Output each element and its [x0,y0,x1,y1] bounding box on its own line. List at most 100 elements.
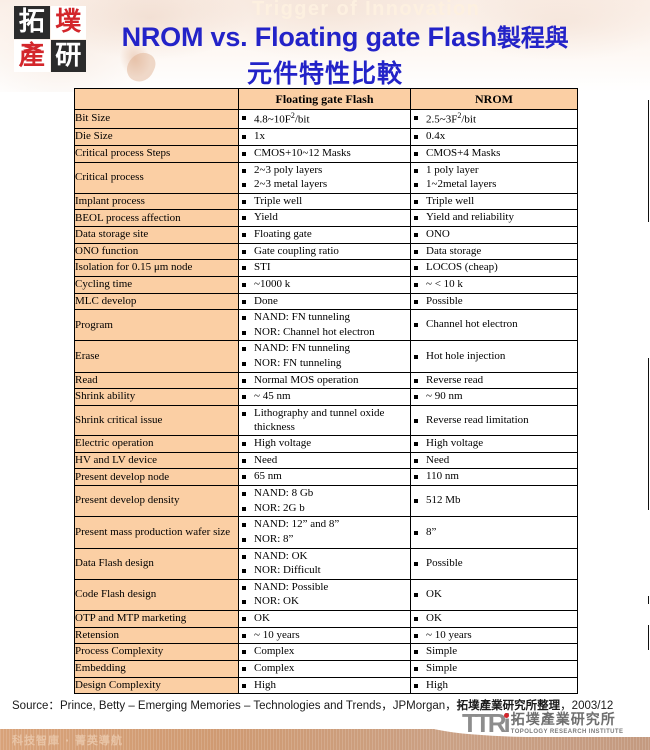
floating-gate-flash-bullets: NAND: 12” and 8” NOR: 8” [239,518,410,546]
footer-tagline: 科技智庫 · 菁英導航 [12,734,123,747]
nrom-bullets: CMOS+4 Masks [411,147,577,161]
feature-cell: BEOL process affection [74,209,239,228]
floating-gate-flash-bullets: ~ 10 years [239,629,410,643]
bullet-item: Possible [411,295,577,309]
nrom-cell: 0.4x [410,128,578,146]
feature-cell: Data Flash design [74,547,239,580]
table-row: Retension ~ 10 years ~ 10 years [74,626,578,645]
bullet-item: Simple [411,662,577,676]
floating-gate-flash-cell: Need [238,451,411,470]
feature-cell: Retension [74,626,239,645]
bullet-item: 1~2metal layers [411,178,577,192]
floating-gate-flash-cell: Yield [238,209,411,228]
floating-gate-flash-cell: NAND: 12” and 8” NOR: 8” [238,516,411,549]
tri-logo-english-name: TOPOLOGY RESEARCH INSTITUTE [510,729,624,736]
nrom-bullets: Simple [411,645,577,659]
bullet-item: High [239,679,410,693]
bullet-item: Simple [411,645,577,659]
floating-gate-flash-bullets: Complex [239,645,410,659]
bullet-item: 512 Mb [411,494,577,508]
nrom-bullets: 0.4x [411,130,577,144]
floating-gate-flash-bullets: Normal MOS operation [239,374,410,388]
nrom-bullets: Yield and reliability [411,211,577,225]
nrom-bullets: Possible [411,295,577,309]
feature-cell: Shrink ability [74,388,239,406]
floating-gate-flash-bullets: STI [239,261,410,275]
feature-cell: Bit Size [74,108,239,130]
bullet-item: Channel hot electron [411,318,577,332]
floating-gate-flash-cell: NAND: 8 Gb NOR: 2G b [238,485,411,518]
floating-gate-flash-cell: 4.8~10F2/bit [238,108,411,130]
bullet-item: High voltage [411,437,577,451]
tri-logo-chinese-name: 拓墣產業研究所 [510,712,616,729]
table-row: ONO function Gate coupling ratio Data stor… [74,242,578,261]
floating-gate-flash-bullets: Complex [239,662,410,676]
floating-gate-flash-bullets: NAND: FN tunneling NOR: FN tunneling [239,342,410,370]
table-row: Shrink critical issue Lithography and tun… [74,404,578,437]
bullet-item: CMOS+10~12 Masks [239,147,410,161]
floating-gate-flash-cell: ~1000 k [238,275,411,294]
floating-gate-flash-bullets: 65 nm [239,470,410,484]
table-row: MLC develop Done Possible [74,292,578,311]
nrom-cell: CMOS+4 Masks [410,144,578,163]
floating-gate-flash-cell: Floating gate [238,226,411,244]
nrom-cell: OK [410,578,578,612]
bullet-item: Yield [239,211,410,225]
feature-cell: Code Flash design [74,578,239,612]
nrom-bullets: 110 nm [411,470,577,484]
table-row: Embedding Complex Simple [74,659,578,678]
nrom-cell: ~ < 10 k [410,275,578,294]
feature-cell: Read [74,371,239,390]
nrom-bullets: OK [411,612,577,626]
table-row: Cycling time ~1000 k ~ < 10 k [74,275,578,294]
nrom-cell: Reverse read [410,371,578,390]
table-row: Present develop node 65 nm 110 nm [74,468,578,487]
page-title-english: NROM vs. Floating gate Flash [121,22,498,52]
bullet-item: Data storage [411,245,577,259]
floating-gate-flash-bullets: Lithography and tunnel oxide thickness [239,407,410,434]
nrom-cell: High voltage [410,435,578,453]
floating-gate-flash-cell: NAND: Possible NOR: OK [238,578,411,612]
page-title-cjk-suffix: 製程與 [497,24,569,52]
floating-gate-flash-bullets: Gate coupling ratio [239,245,410,259]
nrom-bullets: Hot hole injection [411,350,577,364]
bullet-item: 8” [411,526,577,540]
feature-cell: Process Complexity [74,643,239,661]
bullet-item: Gate coupling ratio [239,245,410,259]
column-header-feature [74,88,239,110]
bullet-item: NAND: 8 Gb [239,487,410,501]
source-date: ，2003/12 [560,700,614,712]
nrom-bullets: 1 poly layer 1~2metal layers [411,164,577,192]
source-text-english: Prince, Betty – Emerging Memories – Tech… [59,700,457,712]
comparison-table: Floating gate Flash NROM Bit Size 4.8~10F… [74,88,578,695]
bullet-item: 4.8~10F2/bit [239,111,410,127]
nrom-cell: Data storage [410,242,578,261]
floating-gate-flash-cell: NAND: FN tunneling NOR: Channel hot elect… [238,309,411,342]
floating-gate-flash-bullets: Done [239,295,410,309]
floating-gate-flash-bullets: 1x [239,130,410,144]
table-row: Isolation for 0.15 μm node STI LOCOS (chea… [74,259,578,277]
feature-cell: Data storage site [74,226,239,244]
bullet-item: Possible [411,557,577,571]
page-title-line-2: 元件特性比較 [246,59,403,88]
feature-cell: Erase [74,340,239,373]
nrom-bullets: Simple [411,662,577,676]
bullet-item: ~ 45 nm [239,390,410,404]
floating-gate-flash-bullets: NAND: FN tunneling NOR: Channel hot elect… [239,311,410,339]
bullet-item: ~ 10 years [411,629,577,643]
floating-gate-flash-cell: ~ 45 nm [238,388,411,406]
bullet-item: NOR: 8” [239,533,410,547]
nrom-bullets: 8” [411,526,577,540]
table-row: Implant process Triple well Triple well [74,192,578,211]
bullet-item: OK [239,612,410,626]
floating-gate-flash-bullets: NAND: OK NOR: Difficult [239,550,410,578]
nrom-bullets: Data storage [411,245,577,259]
table-row: Data Flash design NAND: OK NOR: Difficult P… [74,547,578,580]
nrom-cell: ~ 10 years [410,626,578,645]
nrom-bullets: ~ < 10 k [411,278,577,292]
bullet-item: Complex [239,662,410,676]
floating-gate-flash-cell: Lithography and tunnel oxide thickness [238,404,411,437]
nrom-cell: 110 nm [410,468,578,487]
bullet-item: NAND: OK [239,550,410,564]
floating-gate-flash-cell: 1x [238,128,411,146]
